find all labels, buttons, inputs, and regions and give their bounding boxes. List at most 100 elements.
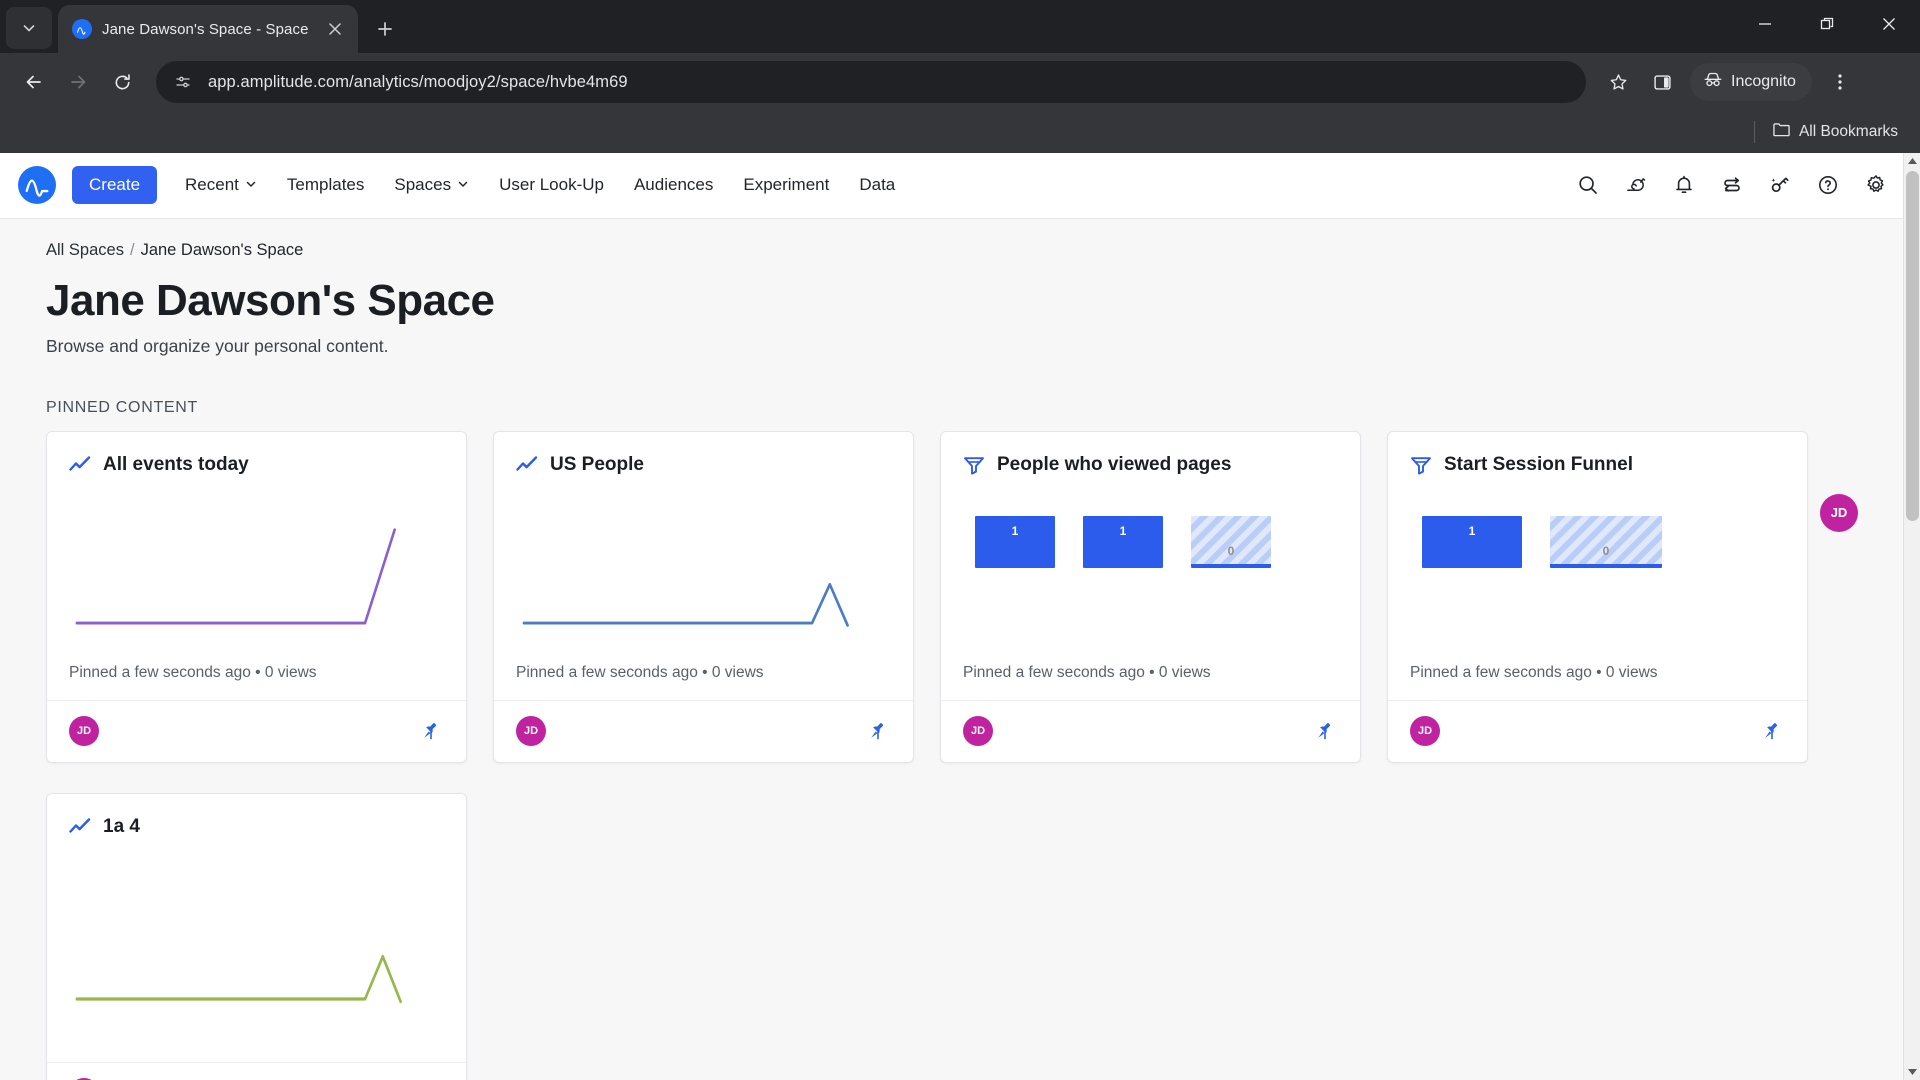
- bar-fill-hatched: [1550, 515, 1662, 568]
- address-bar[interactable]: app.amplitude.com/analytics/moodjoy2/spa…: [156, 61, 1586, 104]
- funnel-bar-empty: 0: [1550, 515, 1662, 568]
- page-title: Jane Dawson's Space: [46, 275, 495, 325]
- bar-value: 1: [1011, 523, 1019, 538]
- card-meta: [69, 1044, 444, 1062]
- page-viewport: Create Recent Templates Spaces User Look…: [0, 152, 1920, 1080]
- magic-key-icon[interactable]: [1758, 163, 1802, 207]
- bar-fill-hatched: [1191, 515, 1271, 568]
- incognito-icon: [1703, 71, 1723, 93]
- line-chart-icon: [516, 454, 538, 476]
- bar-value: 1: [1468, 523, 1476, 538]
- app-nav-links: Recent Templates Spaces User Look-Up Aud…: [171, 167, 909, 203]
- card-header: Start Session Funnel: [1410, 454, 1785, 476]
- nav-item-experiment[interactable]: Experiment: [729, 167, 843, 203]
- card-meta: Pinned a few seconds ago • 0 views: [1410, 663, 1658, 681]
- all-bookmarks-button[interactable]: All Bookmarks: [1765, 117, 1906, 147]
- breadcrumb-separator: /: [129, 240, 135, 259]
- nav-item-label: Experiment: [743, 175, 830, 195]
- card-meta: Pinned a few seconds ago • 0 views: [516, 663, 764, 681]
- close-window-icon[interactable]: [1858, 0, 1920, 48]
- pin-icon[interactable]: [418, 718, 444, 744]
- nav-item-data[interactable]: Data: [845, 167, 909, 203]
- nav-item-recent[interactable]: Recent: [171, 167, 271, 203]
- scroll-down-arrow-icon[interactable]: [1904, 1063, 1920, 1080]
- bookmarks-bar: All Bookmarks: [0, 110, 1920, 153]
- bar-value: 0: [1227, 543, 1235, 558]
- swap-arrows-icon[interactable]: [1710, 163, 1754, 207]
- page-scrollbar[interactable]: [1903, 152, 1920, 1080]
- funnel-bars: 1 0: [1410, 482, 1785, 568]
- pin-icon[interactable]: [1312, 718, 1338, 744]
- card-meta: Pinned a few seconds ago • 0 views: [963, 663, 1211, 681]
- card-body: All events today Pinned a few seconds ag…: [47, 432, 466, 700]
- nav-item-spaces[interactable]: Spaces: [380, 167, 483, 203]
- nav-item-label: Templates: [286, 175, 365, 195]
- minimize-icon[interactable]: [1734, 0, 1796, 48]
- funnel-icon: [963, 454, 985, 476]
- search-icon[interactable]: [1566, 163, 1610, 207]
- card-title: All events today: [103, 453, 249, 475]
- card-footer: JD: [1388, 699, 1807, 762]
- browser-tab[interactable]: Jane Dawson's Space - Space: [58, 5, 358, 54]
- side-panel-icon[interactable]: [1642, 62, 1682, 102]
- tab-strip: Jane Dawson's Space - Space: [0, 0, 1920, 54]
- bookmark-star-icon[interactable]: [1598, 62, 1638, 102]
- user-avatar[interactable]: JD: [1820, 493, 1858, 532]
- card-header: All events today: [69, 454, 444, 476]
- tab-search-button[interactable]: [6, 7, 52, 50]
- card-footer: JD: [47, 1061, 466, 1080]
- card-footer: JD: [941, 699, 1360, 762]
- gear-icon[interactable]: [1854, 163, 1898, 207]
- reload-button[interactable]: [102, 62, 142, 102]
- create-button[interactable]: Create: [72, 166, 158, 205]
- card-title: 1a 4: [103, 815, 140, 837]
- bell-icon[interactable]: [1662, 163, 1706, 207]
- card-chart-preview: [516, 482, 891, 664]
- card-title: Start Session Funnel: [1444, 453, 1633, 475]
- line-chart-icon: [69, 816, 91, 838]
- amplitude-logo-icon: [72, 19, 92, 40]
- help-circle-icon[interactable]: [1806, 163, 1850, 207]
- funnel-bars: 1 1 0: [963, 482, 1338, 568]
- incognito-indicator[interactable]: Incognito: [1690, 63, 1812, 102]
- avatar: JD: [69, 716, 99, 747]
- card-chart-preview: [69, 844, 444, 1044]
- content-card[interactable]: People who viewed pages 1 1 0 Pinned a f…: [940, 430, 1361, 763]
- content-card[interactable]: Start Session Funnel 1 0 Pinned a few se…: [1387, 430, 1808, 763]
- maximize-icon[interactable]: [1796, 0, 1858, 48]
- nav-item-templates[interactable]: Templates: [273, 167, 378, 203]
- chevron-down-icon: [245, 175, 257, 195]
- content-card[interactable]: All events today Pinned a few seconds ag…: [46, 430, 467, 763]
- browser-toolbar: app.amplitude.com/analytics/moodjoy2/spa…: [0, 53, 1920, 111]
- card-footer: JD: [494, 699, 913, 762]
- back-button[interactable]: [14, 62, 54, 102]
- site-settings-icon[interactable]: [170, 69, 196, 95]
- page-subtitle: Browse and organize your personal conten…: [46, 335, 389, 356]
- pinned-content-label: PINNED CONTENT: [46, 398, 199, 416]
- pin-icon[interactable]: [1759, 718, 1785, 744]
- scrollbar-thumb[interactable]: [1906, 170, 1919, 521]
- scroll-up-arrow-icon[interactable]: [1904, 153, 1920, 170]
- breadcrumb-all-spaces[interactable]: All Spaces: [46, 241, 124, 260]
- chrome-menu-icon[interactable]: [1820, 62, 1860, 102]
- new-tab-button[interactable]: [368, 12, 402, 46]
- window-controls: [1734, 0, 1920, 48]
- content-card[interactable]: 1a 4 JD: [46, 792, 467, 1080]
- incognito-label: Incognito: [1731, 73, 1796, 91]
- close-icon[interactable]: [324, 18, 346, 40]
- card-body: Start Session Funnel 1 0 Pinned a few se…: [1388, 432, 1807, 700]
- nav-item-user-look-up[interactable]: User Look-Up: [485, 167, 618, 203]
- funnel-bar: 1: [975, 515, 1055, 568]
- funnel-bar: 1: [1422, 515, 1522, 568]
- header-icon-group: [1566, 163, 1898, 207]
- nav-item-audiences[interactable]: Audiences: [620, 167, 727, 203]
- nav-item-label: Spaces: [394, 175, 452, 195]
- forward-button[interactable]: [58, 62, 98, 102]
- card-header: US People: [516, 454, 891, 476]
- url-text: app.amplitude.com/analytics/moodjoy2/spa…: [208, 72, 628, 91]
- snail-icon[interactable]: [1614, 163, 1658, 207]
- amplitude-logo-icon[interactable]: [18, 166, 56, 205]
- content-card[interactable]: US People Pinned a few seconds ago • 0 v…: [493, 430, 914, 763]
- pin-icon[interactable]: [865, 718, 891, 744]
- all-bookmarks-label: All Bookmarks: [1798, 122, 1898, 140]
